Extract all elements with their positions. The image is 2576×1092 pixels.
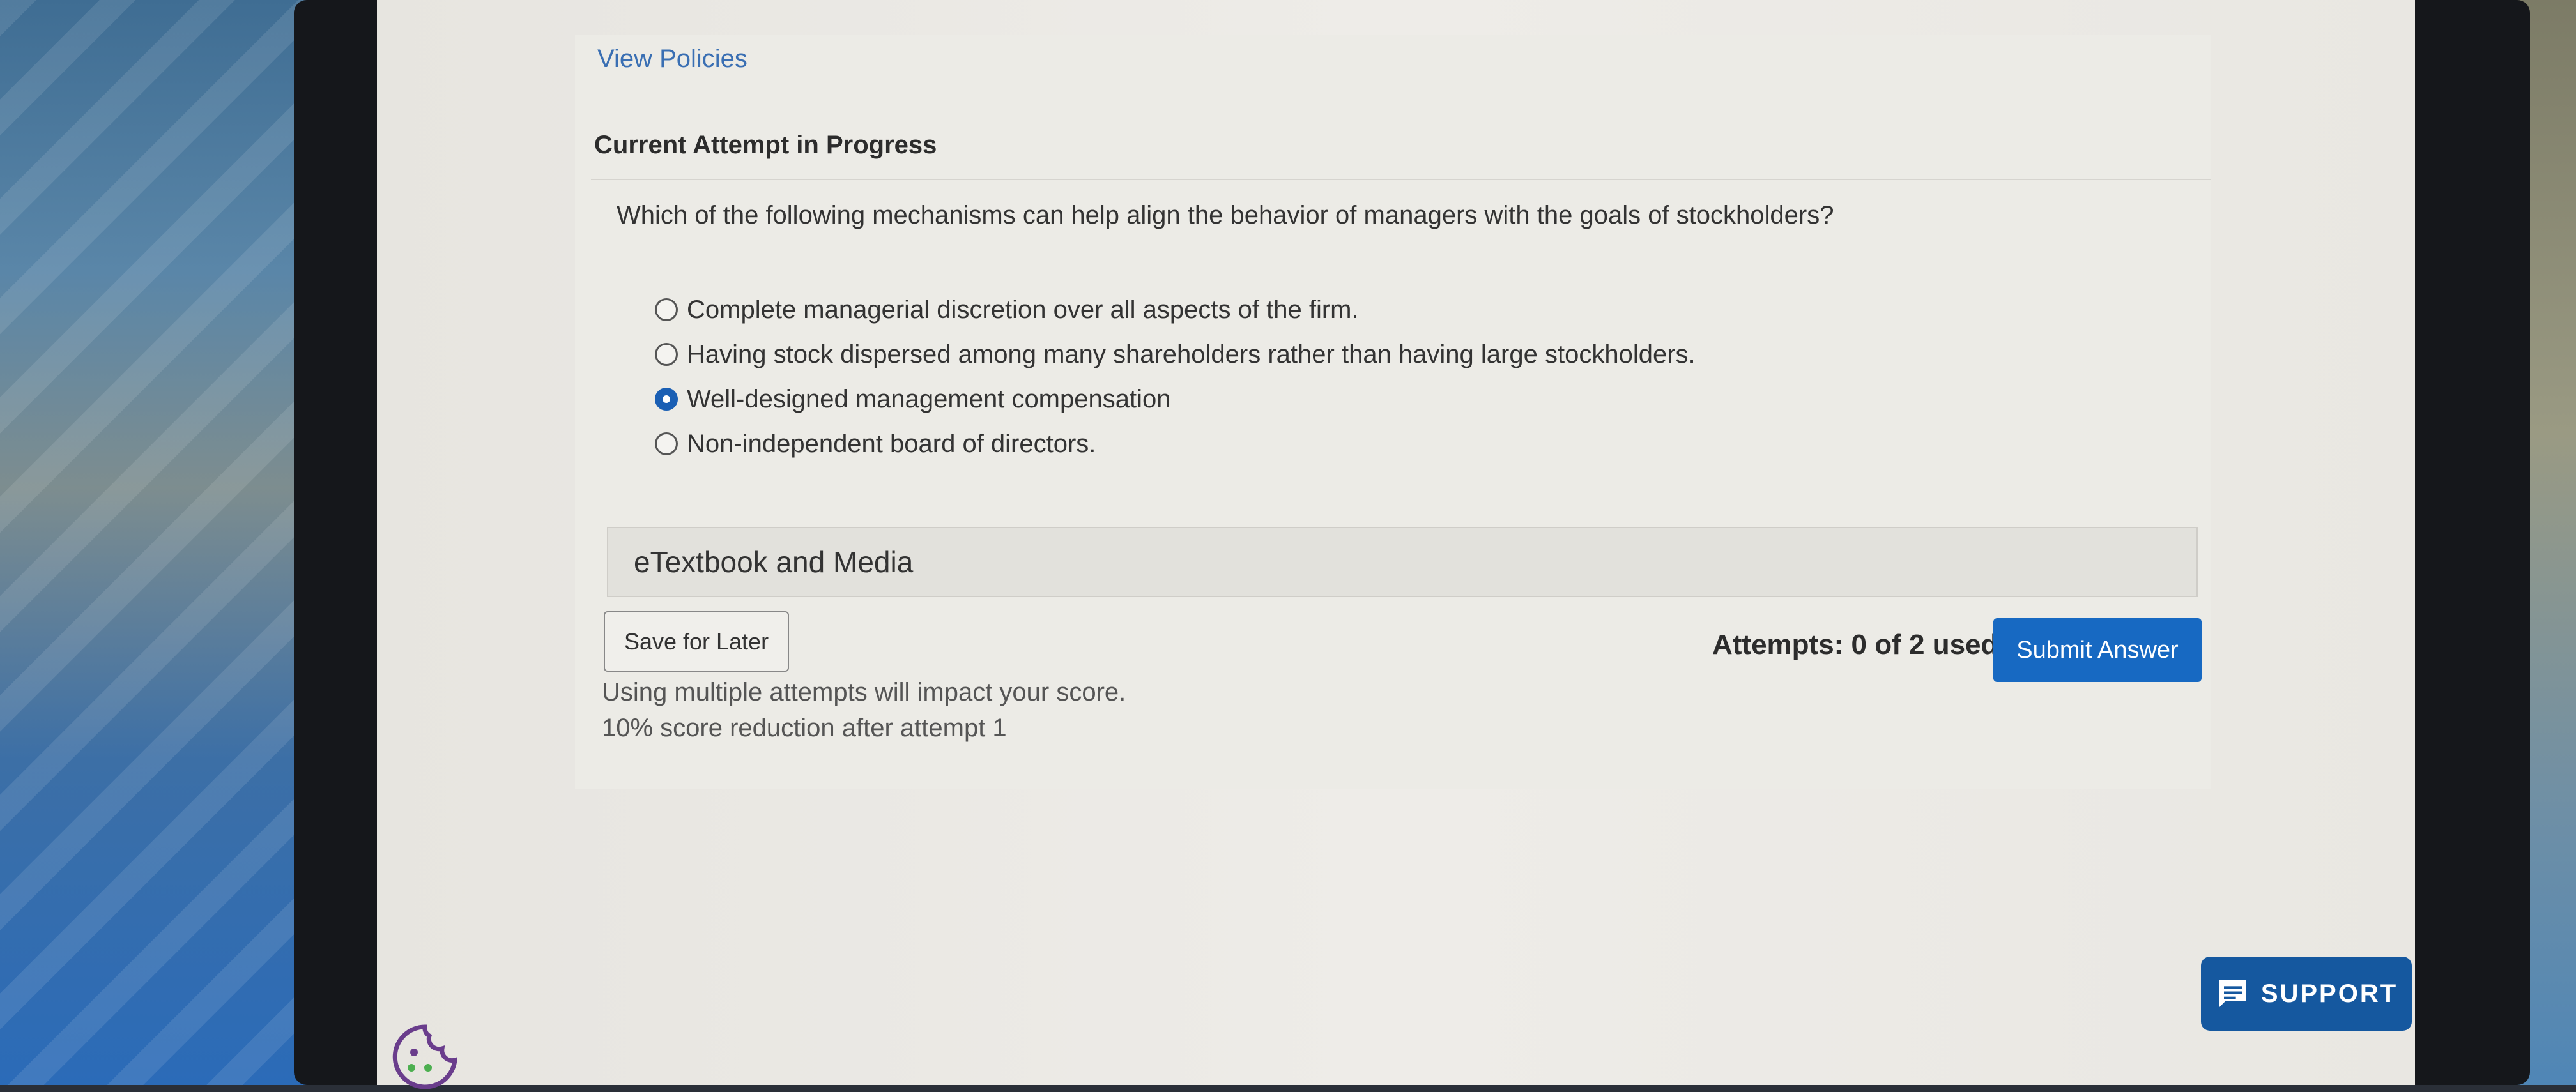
- save-for-later-button[interactable]: Save for Later: [604, 611, 789, 672]
- answer-option-3[interactable]: Well-designed management compensation: [655, 377, 1696, 421]
- support-label: SUPPORT: [2260, 979, 2398, 1008]
- save-label: Save for Later: [624, 628, 769, 655]
- submit-label: Submit Answer: [2016, 636, 2179, 664]
- answer-options: Complete managerial discretion over all …: [655, 287, 1696, 466]
- attempts-counter: Attempts: 0 of 2 used: [1712, 629, 1998, 660]
- answer-option-1[interactable]: Complete managerial discretion over all …: [655, 287, 1696, 332]
- radio-button[interactable]: [655, 298, 678, 321]
- etextbook-media-toggle[interactable]: eTextbook and Media: [607, 527, 2198, 597]
- cookie-icon[interactable]: [390, 1022, 460, 1092]
- section-title: Current Attempt in Progress: [594, 131, 937, 159]
- question-text: Which of the following mechanisms can he…: [617, 201, 1834, 229]
- option-label: Having stock dispersed among many shareh…: [687, 340, 1696, 368]
- photo-background-left: [0, 0, 307, 1085]
- option-label: Complete managerial discretion over all …: [687, 295, 1359, 324]
- support-button[interactable]: SUPPORT: [2201, 957, 2412, 1031]
- chat-icon: [2219, 980, 2246, 1007]
- media-label: eTextbook and Media: [634, 545, 914, 579]
- view-policies-link[interactable]: View Policies: [597, 45, 747, 73]
- option-label: Non-independent board of directors.: [687, 429, 1096, 458]
- screen: View Policies Current Attempt in Progres…: [377, 0, 2415, 1089]
- score-reduction-note: 10% score reduction after attempt 1: [602, 714, 1007, 742]
- radio-button-selected[interactable]: [655, 388, 678, 411]
- answer-option-2[interactable]: Having stock dispersed among many shareh…: [655, 332, 1696, 377]
- option-label: Well-designed management compensation: [687, 384, 1171, 413]
- answer-option-4[interactable]: Non-independent board of directors.: [655, 421, 1696, 466]
- attempts-warning: Using multiple attempts will impact your…: [602, 678, 1126, 706]
- submit-answer-button[interactable]: Submit Answer: [1993, 618, 2202, 682]
- radio-button[interactable]: [655, 432, 678, 455]
- divider: [591, 179, 2211, 180]
- radio-button[interactable]: [655, 343, 678, 366]
